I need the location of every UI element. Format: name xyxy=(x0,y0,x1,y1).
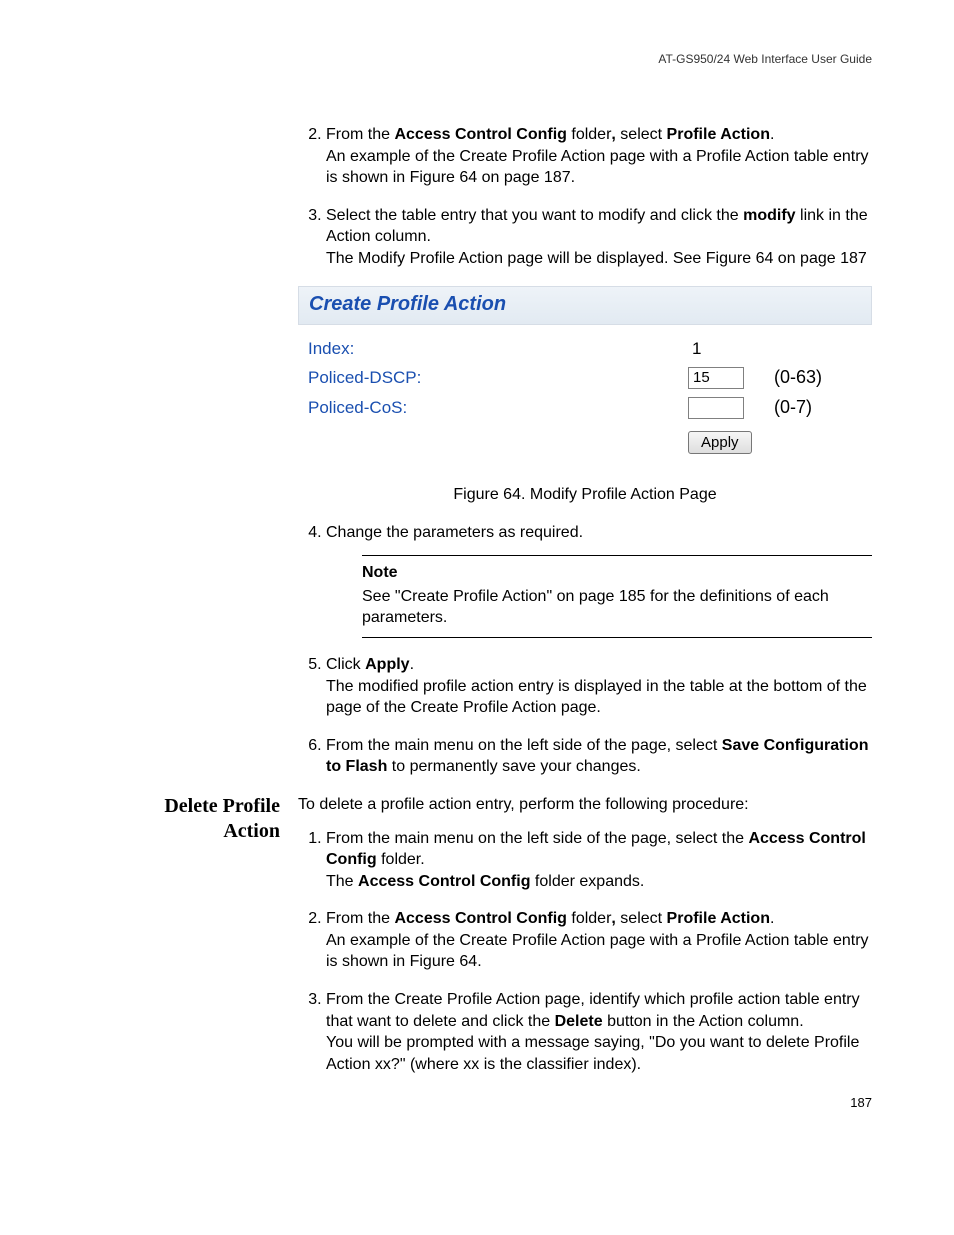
delete-step-2: From the Access Control Config folder, s… xyxy=(326,908,872,973)
value-index: 1 xyxy=(688,339,701,359)
step-4: Change the parameters as required. Note … xyxy=(326,522,872,638)
apply-button[interactable]: Apply xyxy=(688,431,752,454)
figure-caption: Figure 64. Modify Profile Action Page xyxy=(298,486,872,504)
row-dscp: Policed-DSCP: (0-63) xyxy=(298,363,872,393)
procedure-steps-bottom: Change the parameters as required. Note … xyxy=(298,522,872,778)
panel-title: Create Profile Action xyxy=(309,293,506,315)
note-title: Note xyxy=(362,562,872,584)
note-box: Note See "Create Profile Action" on page… xyxy=(362,555,872,638)
step-2-bold2: Profile Action xyxy=(667,126,770,143)
d2-mid1: folder xyxy=(567,910,611,927)
row-cos: Policed-CoS: (0-7) xyxy=(298,393,872,423)
d1-line2c: folder expands. xyxy=(530,873,644,890)
d1-post: folder. xyxy=(377,851,425,868)
figure-64-panel: Create Profile Action Index: 1 Policed-D… xyxy=(298,286,872,462)
delete-intro: To delete a profile action entry, perfor… xyxy=(298,794,872,816)
running-header: AT-GS950/24 Web Interface User Guide xyxy=(82,52,872,66)
d2-post: . xyxy=(770,910,774,927)
d1-line2a: The xyxy=(326,873,358,890)
step-6-post: to permanently save your changes. xyxy=(387,758,640,775)
section-heading-delete: Delete Profile Action xyxy=(82,794,298,844)
d1-line2b: Access Control Config xyxy=(358,873,530,890)
section-heading-line2: Action xyxy=(223,820,280,842)
step-2-mid1: folder xyxy=(567,126,611,143)
delete-step-1: From the main menu on the left side of t… xyxy=(326,828,872,893)
d1-pre: From the main menu on the left side of t… xyxy=(326,830,748,847)
step-6: From the main menu on the left side of t… xyxy=(326,735,872,778)
delete-steps: From the main menu on the left side of t… xyxy=(298,828,872,1076)
d2-line2: An example of the Create Profile Action … xyxy=(326,932,869,971)
range-dscp: (0-63) xyxy=(774,367,822,388)
d2-pre: From the xyxy=(326,910,394,927)
label-dscp: Policed-DSCP: xyxy=(308,368,688,388)
step-5-bold: Apply xyxy=(365,656,409,673)
label-index: Index: xyxy=(308,339,688,359)
step-3-bold1: modify xyxy=(743,207,795,224)
page-number: 187 xyxy=(850,1095,872,1110)
label-cos: Policed-CoS: xyxy=(308,398,688,418)
input-dscp[interactable] xyxy=(688,367,744,389)
step-2: From the Access Control Config folder, s… xyxy=(326,124,872,189)
row-index: Index: 1 xyxy=(298,335,872,363)
step-3: Select the table entry that you want to … xyxy=(326,205,872,270)
step-3-pre: Select the table entry that you want to … xyxy=(326,207,743,224)
d2-bold1: Access Control Config xyxy=(394,910,566,927)
range-cos: (0-7) xyxy=(774,397,812,418)
panel-title-bar: Create Profile Action xyxy=(298,286,872,325)
delete-step-3: From the Create Profile Action page, ide… xyxy=(326,989,872,1075)
section-heading-line1: Delete Profile xyxy=(164,795,280,817)
d3-bold: Delete xyxy=(555,1013,603,1030)
d3-line2: You will be prompted with a message sayi… xyxy=(326,1034,859,1073)
step-2-post: . xyxy=(770,126,774,143)
step-2-line2: An example of the Create Profile Action … xyxy=(326,148,869,187)
step-6-pre: From the main menu on the left side of t… xyxy=(326,737,722,754)
step-5-pre: Click xyxy=(326,656,365,673)
step-5-line2: The modified profile action entry is dis… xyxy=(326,678,867,717)
step-2-bold1: Access Control Config xyxy=(394,126,566,143)
step-5-post: . xyxy=(410,656,414,673)
step-2-mid2: select xyxy=(616,126,667,143)
note-body: See "Create Profile Action" on page 185 … xyxy=(362,586,872,629)
d3-post: button in the Action column. xyxy=(603,1013,804,1030)
step-3-line2: The Modify Profile Action page will be d… xyxy=(326,250,867,267)
d2-mid2: select xyxy=(616,910,667,927)
d2-bold2: Profile Action xyxy=(667,910,770,927)
step-5: Click Apply. The modified profile action… xyxy=(326,654,872,719)
procedure-steps-top: From the Access Control Config folder, s… xyxy=(298,124,872,270)
step-2-pre: From the xyxy=(326,126,394,143)
step-4-text: Change the parameters as required. xyxy=(326,524,583,541)
input-cos[interactable] xyxy=(688,397,744,419)
